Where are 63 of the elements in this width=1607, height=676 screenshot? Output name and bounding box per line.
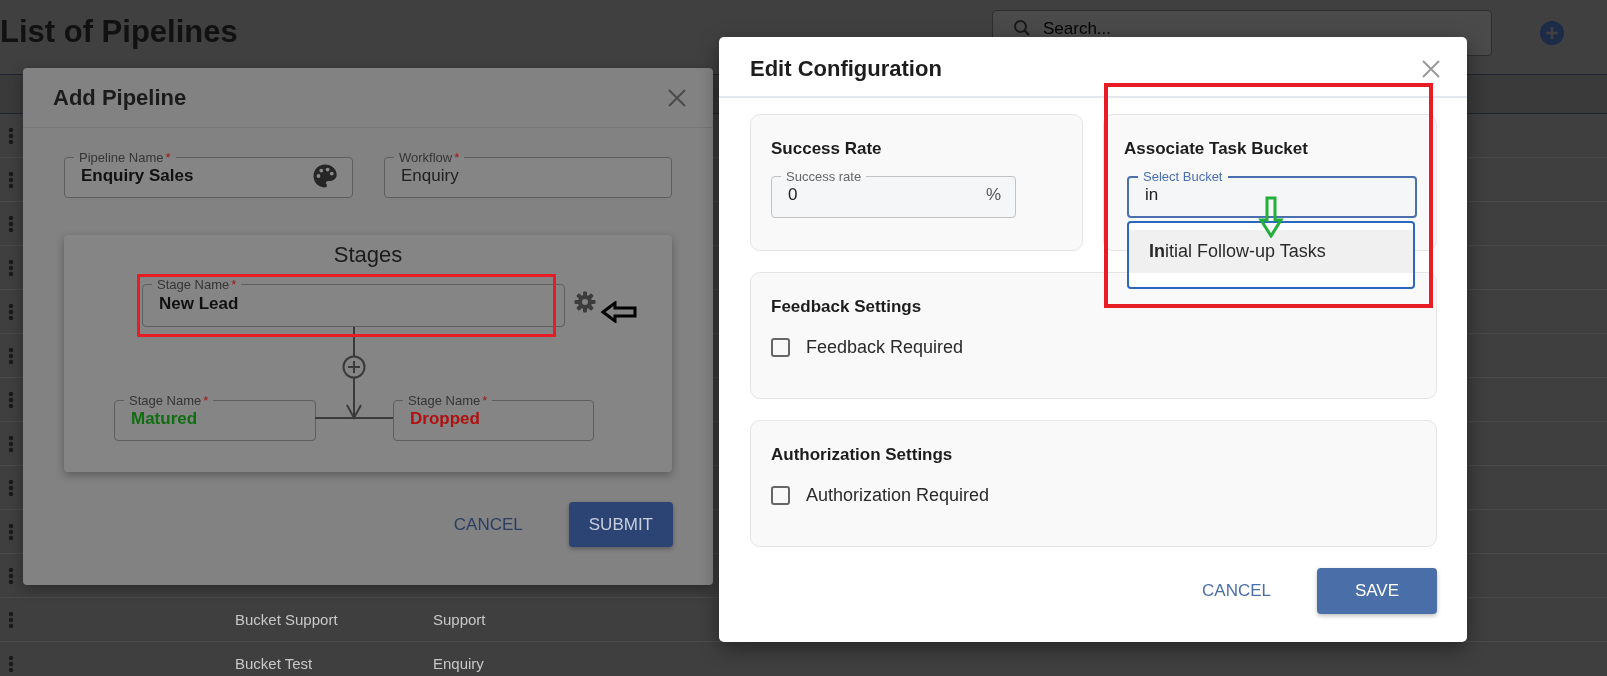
close-icon[interactable]: [667, 87, 687, 108]
input-field[interactable]: Pipeline Name* Enquiry Sales: [64, 151, 353, 198]
field-label: Stage Name: [408, 393, 481, 408]
search-icon: [1013, 19, 1031, 37]
card-heading: Success Rate: [771, 139, 883, 159]
kebab-menu-icon[interactable]: [8, 302, 14, 321]
kebab-menu-icon[interactable]: [8, 390, 14, 409]
table-cell-text: Bucket Test: [235, 655, 314, 672]
field-label: Select Bucket: [1143, 169, 1223, 184]
field-label: Stage Name: [129, 393, 202, 408]
stage-field[interactable]: Stage Name* Dropped: [393, 394, 594, 441]
kebab-menu-icon[interactable]: [8, 126, 14, 145]
close-icon[interactable]: [1421, 58, 1441, 79]
stage-field[interactable]: Stage Name* New Lead: [142, 278, 565, 327]
down-arrow-icon: [1258, 196, 1284, 238]
kebab-menu-icon[interactable]: [8, 258, 14, 277]
select-field[interactable]: Workflow* Enquiry: [384, 151, 672, 198]
required-mark: *: [482, 393, 488, 408]
submit-button[interactable]: SUBMIT: [568, 502, 673, 547]
unit-label: %: [985, 185, 1001, 205]
table-cell-text: Bucket Support: [235, 611, 339, 628]
dialog-title: Edit Configuration: [750, 55, 942, 82]
kebab-menu-icon[interactable]: [8, 214, 14, 233]
required-mark: *: [231, 277, 237, 292]
card-heading: Associate Task Bucket: [1124, 139, 1309, 159]
table-cell-text: Support: [433, 611, 487, 628]
add-icon[interactable]: [1540, 21, 1564, 45]
palette-icon[interactable]: [312, 162, 338, 189]
checkbox[interactable]: [771, 486, 790, 505]
dropdown-option[interactable]: Initial Follow-up Tasks: [1129, 230, 1413, 273]
add-stage-icon[interactable]: [342, 355, 366, 379]
kebab-menu-icon[interactable]: [8, 522, 14, 541]
kebab-menu-icon[interactable]: [8, 170, 14, 189]
checkbox[interactable]: [771, 338, 790, 357]
dialog-title: Add Pipeline: [53, 84, 187, 111]
kebab-menu-icon[interactable]: [8, 654, 14, 673]
cancel-button[interactable]: CANCEL: [433, 502, 543, 547]
search-input[interactable]: Search...: [1043, 19, 1143, 39]
field-label: Stage Name: [157, 277, 230, 292]
select-field[interactable]: Select Bucket in: [1127, 170, 1417, 218]
kebab-menu-icon[interactable]: [8, 346, 14, 365]
stage-field[interactable]: Stage Name* Matured: [114, 394, 316, 441]
kebab-menu-icon[interactable]: [8, 434, 14, 453]
gear-icon[interactable]: [574, 291, 596, 313]
card-heading: Feedback Settings: [771, 297, 923, 317]
input-field[interactable]: Success rate 0 %: [771, 170, 1016, 218]
required-mark: *: [165, 150, 171, 165]
field-label: Pipeline Name: [79, 150, 164, 165]
required-mark: *: [203, 393, 209, 408]
kebab-menu-icon[interactable]: [8, 566, 14, 585]
card-heading: Authorization Settings: [771, 445, 954, 465]
kebab-menu-icon[interactable]: [8, 610, 14, 629]
kebab-menu-icon[interactable]: [8, 478, 14, 497]
table-cell-text: Enquiry: [433, 655, 485, 672]
checkbox-label: Feedback Required: [806, 337, 964, 358]
checkbox-label: Authorization Required: [806, 485, 990, 506]
left-arrow-icon: [601, 301, 637, 323]
cancel-button[interactable]: CANCEL: [1182, 568, 1291, 614]
save-button[interactable]: SAVE: [1317, 568, 1437, 614]
required-mark: *: [454, 150, 460, 165]
field-label: Success rate: [786, 169, 862, 184]
field-label: Workflow: [399, 150, 453, 165]
section-title: Stages: [332, 241, 404, 268]
